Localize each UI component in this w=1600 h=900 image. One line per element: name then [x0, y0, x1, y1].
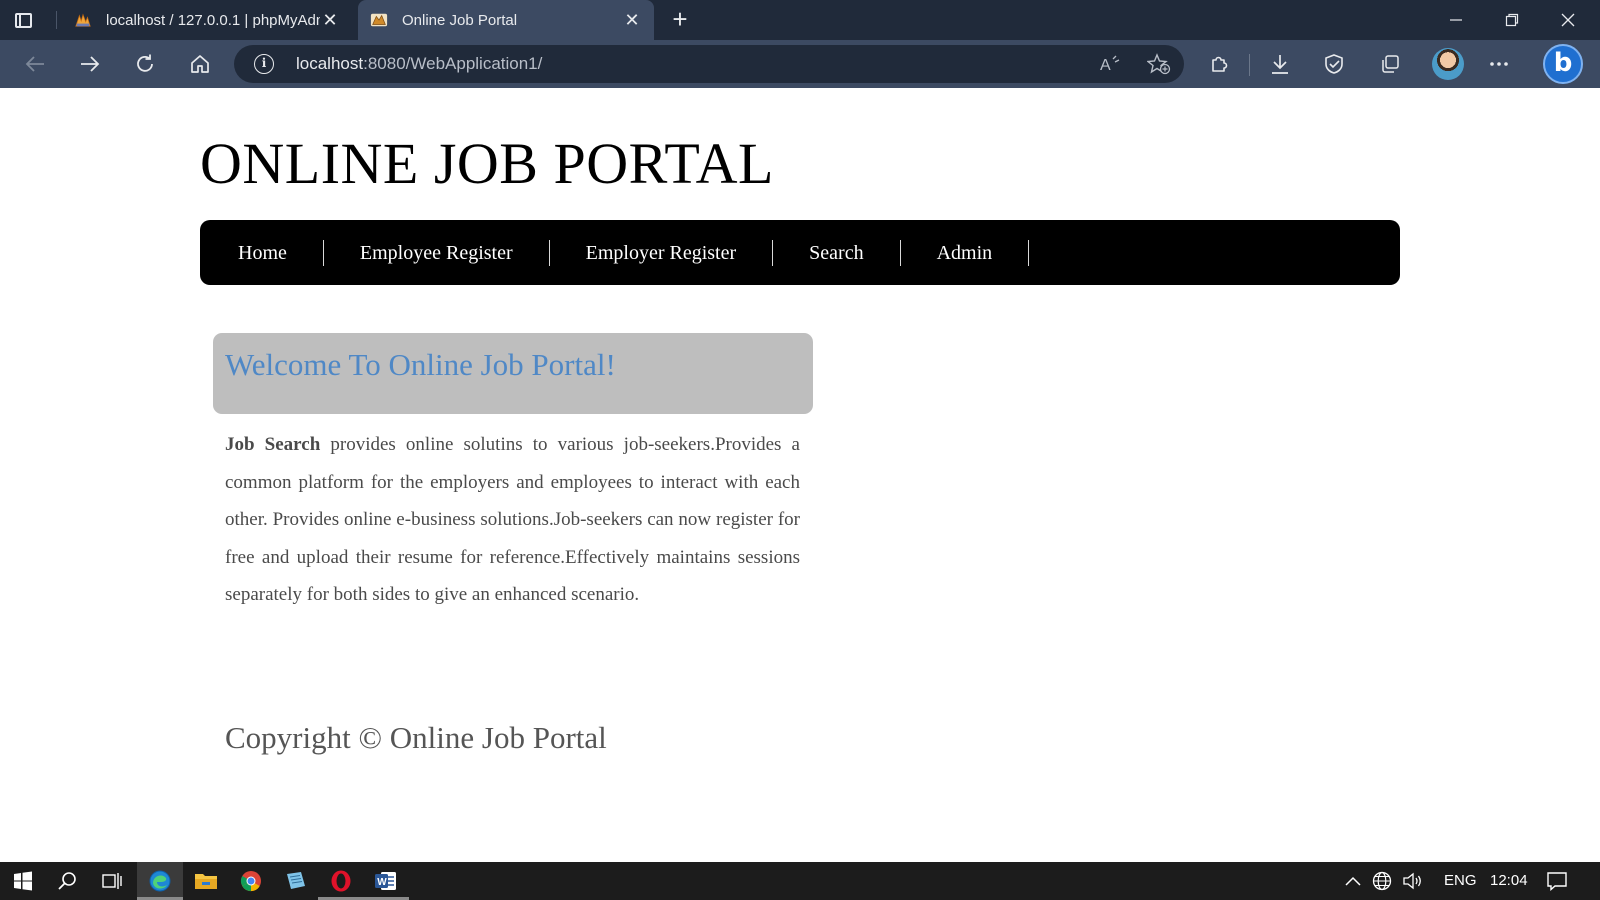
welcome-banner: Welcome To Online Job Portal!: [213, 333, 813, 414]
tab-close-icon[interactable]: ✕: [622, 10, 642, 30]
intro-text: provides online solutins to various job-…: [225, 434, 800, 605]
main-nav: Home Employee Register Employer Register…: [200, 220, 1400, 285]
taskbar-edge-icon[interactable]: [137, 862, 183, 900]
nav-search[interactable]: Search: [773, 239, 901, 266]
favorite-icon[interactable]: [1146, 53, 1171, 80]
notifications-icon[interactable]: [1537, 862, 1577, 900]
svg-text:A: A: [1100, 57, 1111, 74]
address-bar[interactable]: i localhost:8080/WebApplication1/ A: [234, 45, 1184, 83]
search-icon[interactable]: [44, 862, 90, 900]
toolbar-divider: [1249, 54, 1250, 76]
back-icon[interactable]: [20, 50, 50, 78]
copilot-bing-icon[interactable]: b: [1543, 44, 1583, 84]
web-page: ONLINE JOB PORTAL Home Employee Register…: [0, 88, 1600, 862]
collections-icon[interactable]: [1375, 50, 1405, 78]
notepad-icon[interactable]: [273, 862, 319, 900]
refresh-icon[interactable]: [130, 50, 160, 78]
site-info-icon[interactable]: i: [254, 54, 274, 74]
minimize-icon[interactable]: [1428, 0, 1484, 40]
windows-start-icon[interactable]: [0, 862, 46, 900]
network-globe-icon[interactable]: [1367, 862, 1397, 900]
downloads-icon[interactable]: [1265, 50, 1295, 78]
show-hidden-icons-icon[interactable]: [1340, 862, 1366, 900]
tab-title: localhost / 127.0.0.1 | phpMyAdmin: [106, 11, 320, 29]
welcome-heading: Welcome To Online Job Portal!: [225, 347, 616, 382]
task-view-icon[interactable]: [89, 862, 135, 900]
browser-essentials-icon[interactable]: [1320, 50, 1350, 78]
tab-divider: [56, 11, 57, 29]
read-aloud-icon[interactable]: A: [1100, 54, 1122, 79]
restore-icon[interactable]: [1484, 0, 1540, 40]
phpmyadmin-icon: [75, 13, 91, 27]
tab-phpmyadmin[interactable]: localhost / 127.0.0.1 | phpMyAdmin ✕: [62, 0, 352, 40]
url-text[interactable]: localhost:8080/WebApplication1/: [296, 54, 542, 74]
nav-home[interactable]: Home: [205, 239, 324, 266]
site-title: ONLINE JOB PORTAL: [200, 131, 774, 196]
new-tab-icon[interactable]: +: [666, 6, 694, 34]
more-options-icon[interactable]: [1484, 50, 1514, 78]
close-window-icon[interactable]: [1540, 0, 1596, 40]
browser-toolbar: i localhost:8080/WebApplication1/ A b: [0, 40, 1600, 88]
nav-admin[interactable]: Admin: [901, 239, 1030, 266]
intro-paragraph: Job Search provides online solutins to v…: [225, 426, 800, 614]
opera-icon[interactable]: [318, 862, 364, 900]
intro-bold: Job Search: [225, 434, 321, 455]
volume-icon[interactable]: [1398, 862, 1428, 900]
file-explorer-icon[interactable]: [183, 862, 229, 900]
tab-title: Online Job Portal: [402, 11, 518, 29]
tab-online-job-portal[interactable]: Online Job Portal ✕: [358, 0, 654, 40]
word-icon[interactable]: W: [363, 862, 409, 900]
tab-close-icon[interactable]: ✕: [320, 10, 340, 30]
home-icon[interactable]: [185, 50, 215, 78]
copyright-text: Copyright © Online Job Portal: [225, 720, 607, 755]
nav-employer-register[interactable]: Employer Register: [550, 239, 774, 266]
browser-tab-bar: localhost / 127.0.0.1 | phpMyAdmin ✕ Onl…: [0, 0, 1600, 40]
extensions-icon[interactable]: [1204, 50, 1234, 78]
language-indicator[interactable]: ENG: [1444, 872, 1477, 889]
profile-avatar[interactable]: [1432, 48, 1464, 80]
forward-icon[interactable]: [75, 50, 105, 78]
svg-text:W: W: [377, 877, 387, 888]
tab-actions-icon[interactable]: [10, 7, 36, 33]
tomcat-icon: [370, 13, 388, 27]
chrome-icon[interactable]: [228, 862, 274, 900]
system-clock[interactable]: 12:04: [1490, 872, 1528, 889]
nav-employee-register[interactable]: Employee Register: [324, 239, 550, 266]
windows-taskbar: W ENG 12:04: [0, 862, 1600, 900]
